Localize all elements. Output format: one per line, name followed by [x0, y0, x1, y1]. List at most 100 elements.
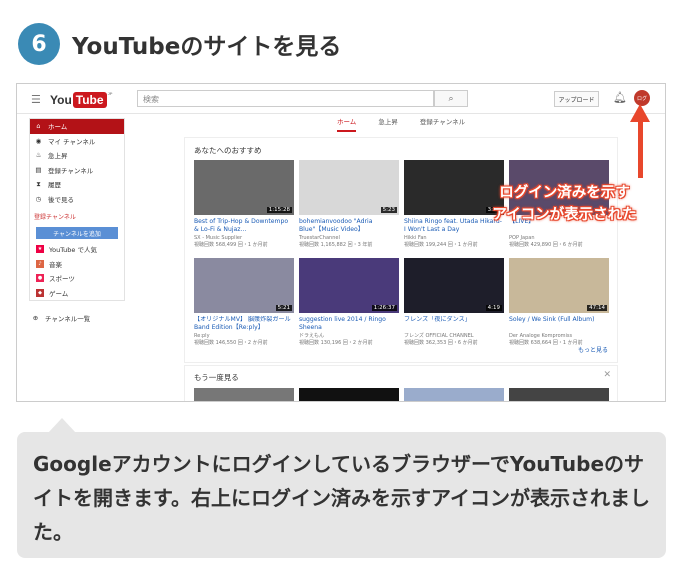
- subscription-item-label: YouTube で人気: [49, 246, 97, 255]
- guide-sidebar: ⌂ ホーム ◉ マイ チャンネル ♨ 急上昇 ▤ 登録チャンネル ⧗ 履歴 ◷ 後で見る 登録チャンネ…: [29, 118, 125, 301]
- video-channel[interactable]: POP Japan: [509, 235, 609, 242]
- recommended-title: あなたへのおすすめ: [194, 146, 262, 155]
- subscription-item[interactable]: ♪ 音楽: [30, 257, 124, 272]
- home-icon: ⌂: [36, 122, 41, 131]
- video-channel[interactable]: フレンズ OFFICIAL CHANNEL: [404, 333, 504, 340]
- video-title[interactable]: Soley / We Sink (Full Album): [509, 316, 609, 332]
- video-title[interactable]: Best of Trip-Hop & Downtempo & Lo-Fi & N…: [194, 218, 294, 234]
- video-thumbnail[interactable]: 5:23: [299, 160, 399, 215]
- annotation-line-2: アイコンが表示された: [492, 207, 637, 223]
- sidebar-item-label: 急上昇: [48, 152, 68, 161]
- menu-icon[interactable]: ☰: [31, 93, 41, 106]
- music-icon: ♪: [36, 259, 44, 268]
- video-duration: 5:21: [275, 305, 292, 311]
- callout-pointer: [48, 418, 76, 433]
- caption-text: GoogleアカウントにログインしているブラウザーでYouTubeのサイトを開き…: [33, 452, 650, 544]
- flame-icon: ♨: [35, 151, 42, 160]
- subscription-item-label: スポーツ: [49, 275, 75, 284]
- sidebar-item[interactable]: ♨ 急上昇: [30, 148, 124, 163]
- annotation-text: ログイン済みを示す アイコンが表示された: [467, 182, 662, 226]
- sidebar-item-label: 履歴: [48, 181, 61, 190]
- watch-again-title: もう一度見る: [194, 373, 239, 382]
- channel-list-link[interactable]: ⊕ チャンネル一覧: [31, 313, 91, 323]
- sidebar-item-label: 後で見る: [48, 195, 74, 204]
- close-icon[interactable]: ✕: [603, 370, 611, 380]
- search-icon: ⌕: [448, 93, 454, 104]
- video-views: 視聴回数 362,353 回・6 か月前: [404, 340, 478, 346]
- logo-region: JP: [107, 91, 113, 96]
- video-title[interactable]: bohemianvoodoo "Adria Blue"【Music Video】: [299, 218, 399, 234]
- step-title: YouTubeのサイトを見る: [72, 34, 342, 60]
- step-number-badge: 6: [18, 23, 60, 65]
- add-channel-button[interactable]: チャンネルを追加: [36, 227, 118, 239]
- history-icon: ⧗: [36, 179, 41, 188]
- subscription-item[interactable]: ◆ ゲーム: [30, 286, 124, 301]
- video-channel[interactable]: ドラえもん: [299, 333, 399, 340]
- youtube-logo[interactable]: You Tube JP: [50, 91, 112, 108]
- video-channel[interactable]: Der Analoge Kompromiss: [509, 333, 609, 340]
- subscriptions-section-label: 登録チャンネル: [34, 214, 76, 221]
- sidebar-item[interactable]: ▤ 登録チャンネル: [30, 163, 124, 178]
- gaming-icon: ◆: [36, 288, 44, 297]
- video-views: 視聴回数 429,890 回・6 か月前: [509, 242, 583, 248]
- tab-trending[interactable]: 急上昇: [378, 116, 398, 132]
- recommended-section: あなたへのおすすめ 1:15:28 Best of Trip-Hop & Down…: [184, 137, 618, 363]
- subscription-item-label: ゲーム: [49, 289, 69, 298]
- sidebar-item[interactable]: ⌂ ホーム: [30, 119, 124, 134]
- popular-icon: ★: [36, 245, 44, 254]
- logo-you-text: You: [50, 92, 72, 107]
- sidebar-item[interactable]: ⧗ 履歴: [30, 177, 124, 192]
- video-thumbnail[interactable]: 1:15:28: [194, 160, 294, 215]
- video-title[interactable]: フレンズ「夜にダンス」: [404, 316, 504, 332]
- video-channel[interactable]: Re:ply: [194, 333, 294, 340]
- video-views: 視聴回数 199,244 回・1 か月前: [404, 242, 478, 248]
- search-button[interactable]: ⌕: [434, 90, 468, 107]
- annotation-line-1: ログイン済みを示す: [499, 185, 630, 201]
- video-duration: 47:14: [587, 305, 607, 311]
- subscription-item[interactable]: ● スポーツ: [30, 271, 124, 286]
- sidebar-item-label: ホーム: [48, 123, 68, 132]
- upload-button[interactable]: アップロード: [554, 91, 599, 107]
- video-thumbnail[interactable]: [404, 388, 504, 401]
- more-link[interactable]: もっと見る: [578, 345, 608, 354]
- annotation-arrow-shaft: [638, 120, 643, 178]
- subscription-item-label: 音楽: [49, 260, 62, 269]
- add-circle-icon: ⊕: [32, 314, 39, 322]
- video-thumbnail[interactable]: [194, 388, 294, 401]
- video-thumbnail[interactable]: 47:14: [509, 258, 609, 313]
- video-duration: 1:26:37: [371, 305, 397, 311]
- video-duration: 1:15:28: [266, 207, 292, 213]
- video-thumbnail[interactable]: [299, 388, 399, 401]
- subscriptions-icon: ▤: [35, 165, 42, 174]
- sidebar-item[interactable]: ◉ マイ チャンネル: [30, 134, 124, 149]
- sidebar-item[interactable]: ◷ 後で見る: [30, 192, 124, 207]
- video-channel[interactable]: TruestarChannel: [299, 235, 399, 242]
- video-views: 視聴回数 146,550 回・2 か月前: [194, 340, 268, 346]
- video-channel[interactable]: Hikki Fan: [404, 235, 504, 242]
- channel-list-label: チャンネル一覧: [45, 315, 91, 323]
- sidebar-item-label: 登録チャンネル: [48, 166, 94, 175]
- person-icon: ◉: [35, 136, 42, 145]
- notification-bell-icon[interactable]: 🔔︎: [613, 91, 627, 104]
- video-title[interactable]: suggestion live 2014 / Ringo Sheena: [299, 316, 399, 332]
- sports-icon: ●: [36, 274, 44, 283]
- video-title[interactable]: 【オリジナルMV】 脳漿炸裂ガール Band Edition【Re:ply】: [194, 316, 294, 332]
- video-duration: 5:23: [380, 207, 397, 213]
- video-views: 視聴回数 568,499 回・1 か月前: [194, 242, 268, 248]
- clock-icon: ◷: [35, 194, 42, 203]
- video-thumbnail[interactable]: 1:26:37: [299, 258, 399, 313]
- step-header: 6 YouTubeのサイトを見る: [18, 18, 341, 70]
- feed-tabs: ホーム 急上昇 登録チャンネル: [337, 116, 487, 132]
- tab-home[interactable]: ホーム: [337, 116, 357, 132]
- youtube-topbar: ☰ You Tube JP 検索 ⌕ アップロード 🔔︎ ログ: [17, 84, 665, 114]
- search-input[interactable]: 検索: [137, 90, 434, 107]
- youtube-screenshot: ☰ You Tube JP 検索 ⌕ アップロード 🔔︎ ログ ⌂ ホーム ◉ マイ …: [16, 83, 666, 402]
- video-views: 視聴回数 130,196 回・2 か月前: [299, 340, 373, 346]
- tab-subscriptions[interactable]: 登録チャンネル: [420, 116, 465, 132]
- video-channel[interactable]: SX - Music Supplier: [194, 235, 294, 242]
- subscription-item[interactable]: ★ YouTube で人気: [30, 242, 124, 257]
- video-thumbnail[interactable]: 5:21: [194, 258, 294, 313]
- video-thumbnail[interactable]: [509, 388, 609, 401]
- sidebar-item-label: マイ チャンネル: [48, 137, 96, 146]
- video-thumbnail[interactable]: 4:19: [404, 258, 504, 313]
